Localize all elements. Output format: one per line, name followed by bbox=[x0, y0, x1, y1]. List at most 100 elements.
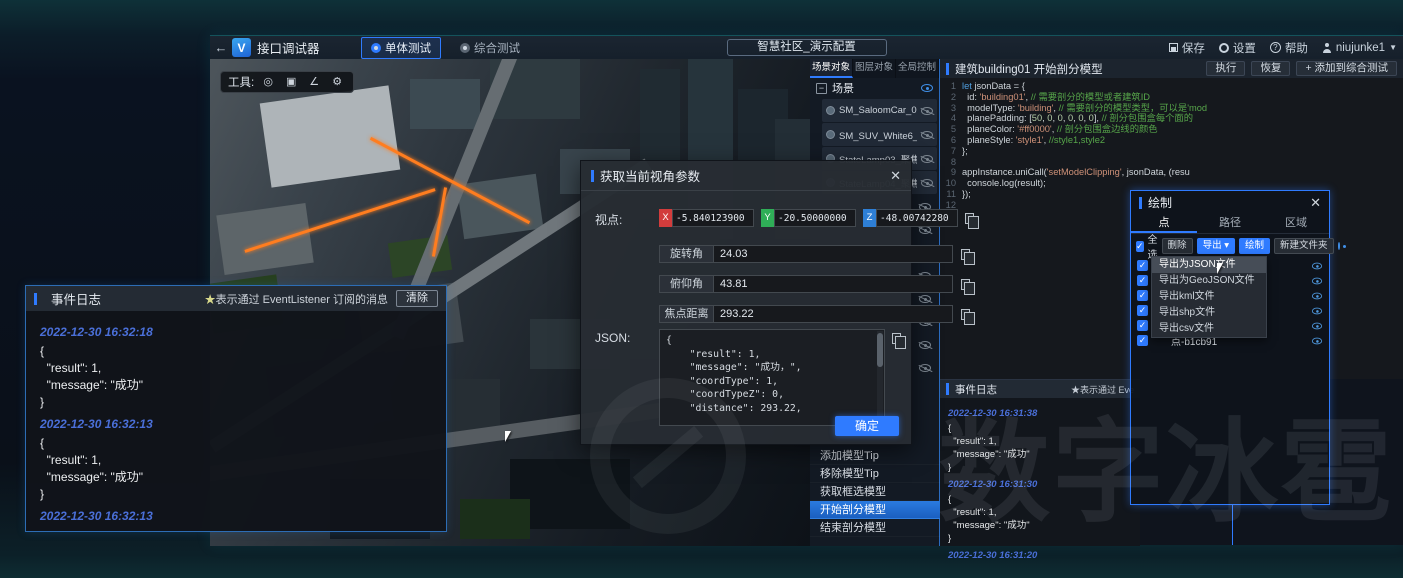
row-checkbox[interactable]: ✓ bbox=[1137, 335, 1148, 346]
export-menu-item[interactable]: 导出csv文件 bbox=[1152, 321, 1266, 337]
code-line: 5 planeColor: '#ff0000', // 剖分包围盒边线的颜色 bbox=[940, 124, 1403, 135]
json-output: { "result": 1, "message": "成功，", "coordT… bbox=[660, 330, 884, 419]
select-icon[interactable]: ◎ bbox=[259, 74, 277, 90]
log-timestamp: 2022-12-30 16:31:30 bbox=[948, 479, 1132, 490]
export-menu-item[interactable]: 导出为JSON文件 bbox=[1152, 257, 1266, 273]
tab-scene-objects[interactable]: 场景对象 bbox=[810, 59, 853, 78]
export-button[interactable]: 导出 ▾ bbox=[1197, 238, 1235, 254]
help-button[interactable]: ? 帮助 bbox=[1270, 40, 1308, 56]
event-log-panel-left: 事件日志 ★表示通过 EventListener 订阅的消息 清除 2022-1… bbox=[25, 285, 447, 532]
back-icon[interactable]: ← bbox=[210, 40, 232, 55]
tab-path[interactable]: 路径 bbox=[1197, 214, 1263, 233]
model-action-button[interactable]: 获取框选模型 bbox=[810, 483, 940, 501]
eye-icon[interactable] bbox=[919, 295, 931, 303]
scene-tree-item[interactable]: SM_SaloomCar_03_... bbox=[822, 99, 937, 122]
copy-icon[interactable] bbox=[965, 213, 974, 224]
line-number: 5 bbox=[940, 124, 962, 135]
clear-log-button[interactable]: 清除 bbox=[396, 290, 438, 307]
field-value-input[interactable] bbox=[713, 245, 953, 263]
star-icon: ★ bbox=[205, 294, 216, 306]
viewpoint-label: 视点: bbox=[595, 211, 622, 228]
row-checkbox[interactable]: ✓ bbox=[1137, 305, 1148, 316]
scrollbar-thumb[interactable] bbox=[877, 333, 883, 367]
copy-icon[interactable] bbox=[961, 309, 970, 320]
tab-region[interactable]: 区域 bbox=[1263, 214, 1329, 233]
box-select-icon[interactable]: ▣ bbox=[282, 74, 300, 90]
tab-label: 综合测试 bbox=[474, 40, 520, 56]
tab-unit-test[interactable]: 单体测试 bbox=[361, 37, 441, 59]
eye-icon[interactable] bbox=[921, 131, 933, 139]
eye-icon[interactable] bbox=[1312, 262, 1322, 269]
event-log-body[interactable]: 2022-12-30 16:32:18{ "result": 1, "messa… bbox=[26, 311, 446, 535]
row-checkbox[interactable]: ✓ bbox=[1137, 260, 1148, 271]
copy-icon[interactable] bbox=[892, 333, 901, 344]
axis-value-input[interactable] bbox=[876, 209, 958, 227]
tab-layer-objects[interactable]: 图层对象 bbox=[853, 59, 896, 78]
export-menu: 导出为JSON文件导出为GeoJSON文件导出kml文件导出shp文件导出csv… bbox=[1151, 256, 1267, 338]
eye-icon[interactable] bbox=[921, 179, 933, 187]
settings-button[interactable]: 设置 bbox=[1219, 40, 1256, 56]
row-checkbox[interactable]: ✓ bbox=[1137, 320, 1148, 331]
close-icon[interactable]: ✕ bbox=[1310, 195, 1321, 211]
draw-list: ✓−✓✓✓✓✓点-b1cb91导出为JSON文件导出为GeoJSON文件导出km… bbox=[1131, 258, 1329, 348]
city-block bbox=[216, 203, 313, 275]
collapse-icon[interactable]: − bbox=[816, 83, 827, 94]
angle-field-row: 焦点距离 bbox=[659, 305, 970, 323]
gear-icon[interactable]: ⚙ bbox=[328, 74, 346, 90]
model-action-button[interactable]: 移除模型Tip bbox=[810, 465, 940, 483]
model-action-button[interactable]: 结束剖分模型 bbox=[810, 519, 940, 537]
tab-suite-test[interactable]: 综合测试 bbox=[451, 38, 529, 58]
log-json: { "result": 1, "message": "成功" } bbox=[40, 343, 432, 411]
axis-value-input[interactable] bbox=[774, 209, 856, 227]
eye-icon[interactable] bbox=[1312, 307, 1322, 314]
delete-button[interactable]: 删除 bbox=[1162, 238, 1193, 254]
row-checkbox[interactable]: ✓ bbox=[1137, 290, 1148, 301]
run-button[interactable]: 执行 bbox=[1206, 61, 1245, 76]
user-menu[interactable]: niujunke1 ▼ bbox=[1322, 42, 1397, 54]
copy-icon[interactable] bbox=[961, 279, 970, 290]
confirm-button[interactable]: 确定 bbox=[835, 416, 899, 436]
select-all-checkbox[interactable]: ✓ bbox=[1136, 241, 1144, 252]
measure-icon[interactable]: ∠ bbox=[305, 74, 323, 90]
scene-config-title[interactable]: 智慧社区_演示配置 bbox=[727, 39, 887, 56]
eye-icon[interactable] bbox=[1312, 292, 1322, 299]
draw-button[interactable]: 绘制 bbox=[1239, 238, 1270, 254]
eye-icon[interactable] bbox=[1338, 242, 1340, 250]
field-value-input[interactable] bbox=[713, 305, 953, 323]
model-action-button[interactable]: 添加模型Tip bbox=[810, 447, 940, 465]
new-folder-button[interactable]: 新建文件夹 bbox=[1274, 238, 1334, 254]
eye-icon[interactable] bbox=[1312, 322, 1322, 329]
code-text: planePadding: [50, 0, 0, 0, 0, 0], // 剖分… bbox=[962, 113, 1193, 124]
event-log-body[interactable]: 2022-12-30 16:31:38{ "result": 1, "messa… bbox=[940, 398, 1140, 569]
add-to-suite-button[interactable]: + 添加到综合测试 bbox=[1296, 61, 1397, 76]
event-log-hint: ★表示通过 Eve bbox=[1071, 383, 1134, 396]
eye-icon[interactable] bbox=[921, 84, 933, 92]
export-menu-item[interactable]: 导出shp文件 bbox=[1152, 305, 1266, 321]
tab-global-control[interactable]: 全局控制 bbox=[896, 59, 939, 78]
model-action-button[interactable]: 开始剖分模型 bbox=[810, 501, 940, 519]
draw-toolbar: ✓ 全选 删除 导出 ▾ 绘制 新建文件夹 bbox=[1131, 234, 1329, 258]
eye-icon[interactable] bbox=[921, 155, 933, 163]
axis-value-input[interactable] bbox=[672, 209, 754, 227]
eye-icon[interactable] bbox=[1312, 337, 1322, 344]
copy-icon[interactable] bbox=[961, 249, 970, 260]
code-line: 1let jsonData = { bbox=[940, 81, 1403, 92]
scene-tree-root[interactable]: − 场景 bbox=[810, 78, 939, 98]
export-menu-item[interactable]: 导出为GeoJSON文件 bbox=[1152, 273, 1266, 289]
save-button[interactable]: 保存 bbox=[1169, 40, 1205, 56]
scrollbar[interactable] bbox=[877, 331, 883, 426]
row-checkbox[interactable]: ✓ bbox=[1137, 275, 1148, 286]
json-output-box[interactable]: { "result": 1, "message": "成功，", "coordT… bbox=[659, 329, 885, 426]
close-icon[interactable]: ✕ bbox=[890, 168, 901, 184]
eye-icon[interactable] bbox=[921, 107, 933, 115]
angle-field-row: 俯仰角 bbox=[659, 275, 970, 293]
eye-icon[interactable] bbox=[919, 364, 931, 372]
field-value-input[interactable] bbox=[713, 275, 953, 293]
scene-tree-item[interactable]: SM_SUV_White6_聚焦 bbox=[822, 123, 937, 146]
eye-icon[interactable] bbox=[1312, 277, 1322, 284]
tab-point[interactable]: 点 bbox=[1131, 214, 1197, 233]
eye-icon[interactable] bbox=[919, 341, 931, 349]
export-menu-item[interactable]: 导出kml文件 bbox=[1152, 289, 1266, 305]
restore-button[interactable]: 恢复 bbox=[1251, 61, 1290, 76]
toolbar-label: 工具: bbox=[228, 74, 254, 90]
